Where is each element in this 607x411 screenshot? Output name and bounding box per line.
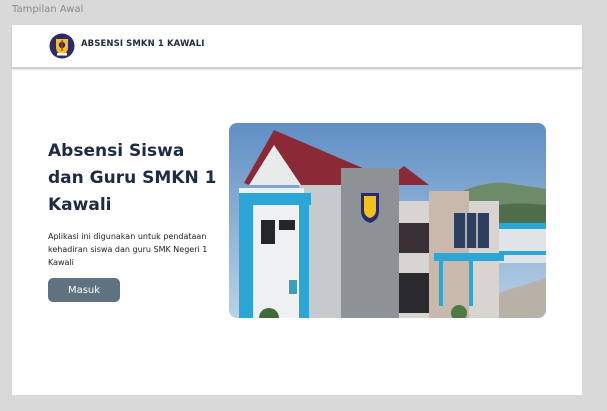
login-button[interactable]: Masuk [48, 278, 120, 302]
hero-description: Aplikasi ini digunakan untuk pendataan k… [48, 232, 208, 267]
navbar: ABSENSI SMKN 1 KAWALI [12, 25, 582, 69]
frame-label: Tampilan Awal [12, 4, 84, 15]
school-building-photo [229, 123, 546, 318]
brand-title: ABSENSI SMKN 1 KAWALI [81, 39, 205, 49]
school-emblem-icon [49, 33, 75, 59]
page-frame: ABSENSI SMKN 1 KAWALI Absensi Siswa dan … [12, 25, 582, 395]
hero-title: Absensi Siswa dan Guru SMKN 1 Kawali [48, 141, 217, 215]
